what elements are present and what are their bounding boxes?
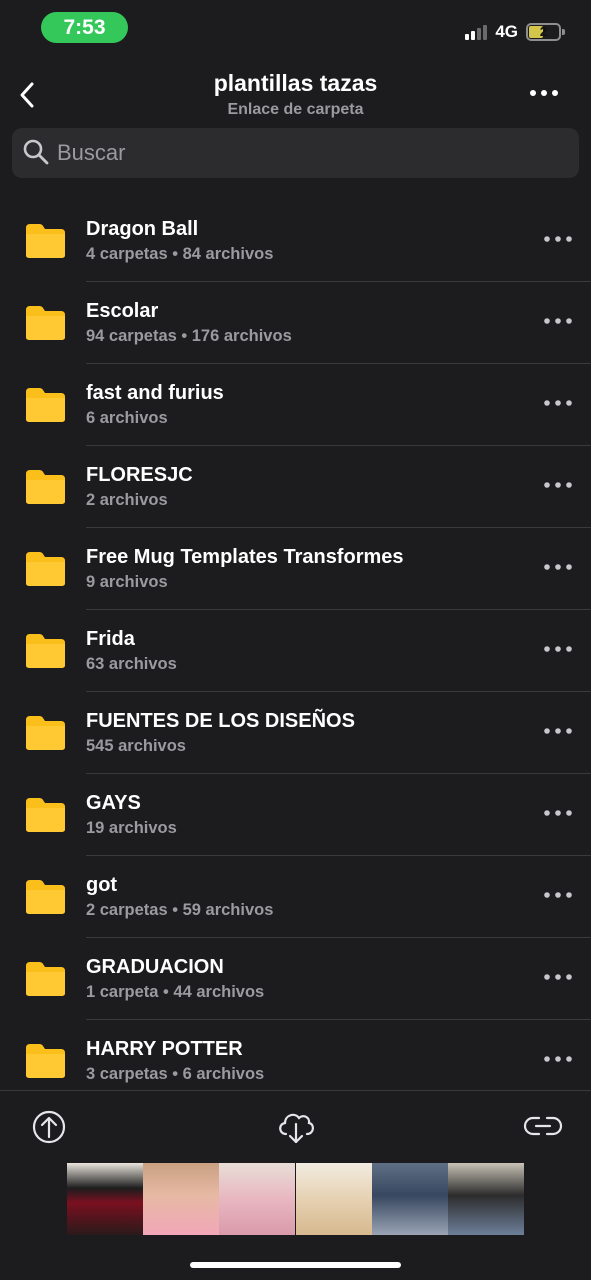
- folder-row[interactable]: Dragon Ball 4 carpetas • 84 archivos: [0, 200, 591, 282]
- more-horizontal-icon[interactable]: [543, 723, 573, 739]
- page-title: plantillas tazas: [213, 70, 378, 96]
- more-horizontal-icon[interactable]: [543, 1051, 573, 1067]
- upload-icon[interactable]: [29, 1106, 69, 1146]
- header-area: 7:53 4G 2 plantillas tazas Enlace de car…: [0, 0, 591, 200]
- search-icon: [23, 139, 49, 165]
- folder-meta: 9 archivos: [86, 573, 168, 591]
- folder-row[interactable]: FLORESJC 2 archivos: [0, 446, 591, 528]
- folder-name: fast and furius: [86, 382, 224, 404]
- folder-row[interactable]: GRADUACION 1 carpeta • 44 archivos: [0, 938, 591, 1020]
- folder-icon: [26, 716, 65, 750]
- home-indicator: [190, 1262, 401, 1268]
- navigation-bar: plantillas tazas Enlace de carpeta: [0, 62, 591, 122]
- folder-icon: [26, 798, 65, 832]
- more-horizontal-icon[interactable]: [543, 313, 573, 329]
- folder-icon: [26, 388, 65, 422]
- folder-meta: 6 archivos: [86, 409, 168, 427]
- folder-icon: [26, 1044, 65, 1078]
- folder-meta: 1 carpeta • 44 archivos: [86, 983, 265, 1001]
- folder-icon: [26, 470, 65, 504]
- folder-row[interactable]: FUENTES DE LOS DISEÑOS 545 archivos: [0, 692, 591, 774]
- folder-meta: 94 carpetas • 176 archivos: [86, 327, 292, 345]
- folder-meta: 4 carpetas • 84 archivos: [86, 245, 274, 263]
- folder-name: Escolar: [86, 300, 159, 322]
- folder-name: Free Mug Templates Transformes: [86, 546, 404, 568]
- folder-icon: [26, 552, 65, 586]
- folder-meta: 19 archivos: [86, 819, 177, 837]
- folder-list: Dragon Ball 4 carpetas • 84 archivos Escol…: [0, 200, 591, 1090]
- more-horizontal-icon[interactable]: [529, 84, 559, 102]
- folder-icon: [26, 306, 65, 340]
- status-indicators: 4G 2: [465, 20, 565, 44]
- folder-icon: [26, 634, 65, 668]
- cellular-signal-icon: [465, 24, 488, 40]
- link-icon[interactable]: [523, 1106, 563, 1146]
- search-bar[interactable]: [12, 128, 579, 178]
- folder-name: FLORESJC: [86, 464, 193, 486]
- battery-level: 2: [539, 24, 548, 39]
- ad-banner[interactable]: [67, 1163, 524, 1235]
- more-horizontal-icon[interactable]: [543, 887, 573, 903]
- folder-name: GRADUACION: [86, 956, 224, 978]
- ad-image[interactable]: [371, 1163, 448, 1235]
- ad-image[interactable]: [143, 1163, 220, 1235]
- folder-name: FUENTES DE LOS DISEÑOS: [86, 710, 355, 732]
- status-time: 7:53: [41, 12, 128, 43]
- more-horizontal-icon[interactable]: [543, 559, 573, 575]
- folder-meta: 3 carpetas • 6 archivos: [86, 1065, 265, 1083]
- more-horizontal-icon[interactable]: [543, 641, 573, 657]
- cloud-download-icon[interactable]: [275, 1106, 317, 1146]
- folder-name: HARRY POTTER: [86, 1038, 243, 1060]
- folder-row[interactable]: fast and furius 6 archivos: [0, 364, 591, 446]
- more-horizontal-icon[interactable]: [543, 477, 573, 493]
- battery-icon: 2: [526, 23, 565, 41]
- folder-row[interactable]: got 2 carpetas • 59 archivos: [0, 856, 591, 938]
- folder-name: Dragon Ball: [86, 218, 199, 240]
- more-horizontal-icon[interactable]: [543, 231, 573, 247]
- folder-meta: 2 archivos: [86, 491, 168, 509]
- ad-image[interactable]: [295, 1163, 372, 1235]
- folder-row[interactable]: Frida 63 archivos: [0, 610, 591, 692]
- network-type: 4G: [495, 22, 518, 41]
- folder-name: GAYS: [86, 792, 141, 814]
- more-horizontal-icon[interactable]: [543, 969, 573, 985]
- ad-image[interactable]: [447, 1163, 524, 1235]
- folder-row[interactable]: GAYS 19 archivos: [0, 774, 591, 856]
- folder-row[interactable]: HARRY POTTER 3 carpetas • 6 archivos: [0, 1020, 591, 1090]
- folder-icon: [26, 962, 65, 996]
- folder-meta: 545 archivos: [86, 737, 186, 755]
- ad-image[interactable]: [67, 1163, 143, 1235]
- more-horizontal-icon[interactable]: [543, 805, 573, 821]
- more-horizontal-icon[interactable]: [543, 395, 573, 411]
- folder-icon: [26, 880, 65, 914]
- folder-name: got: [86, 874, 118, 896]
- folder-name: Frida: [86, 628, 135, 650]
- folder-meta: 2 carpetas • 59 archivos: [86, 901, 274, 919]
- folder-row[interactable]: Free Mug Templates Transformes 9 archivos: [0, 528, 591, 610]
- folder-row[interactable]: Escolar 94 carpetas • 176 archivos: [0, 282, 591, 364]
- folder-meta: 63 archivos: [86, 655, 177, 673]
- ad-image[interactable]: [219, 1163, 296, 1235]
- page-subtitle: Enlace de carpeta: [227, 101, 364, 118]
- search-input[interactable]: [57, 128, 557, 178]
- folder-icon: [26, 224, 65, 258]
- bottom-toolbar: [0, 1090, 591, 1280]
